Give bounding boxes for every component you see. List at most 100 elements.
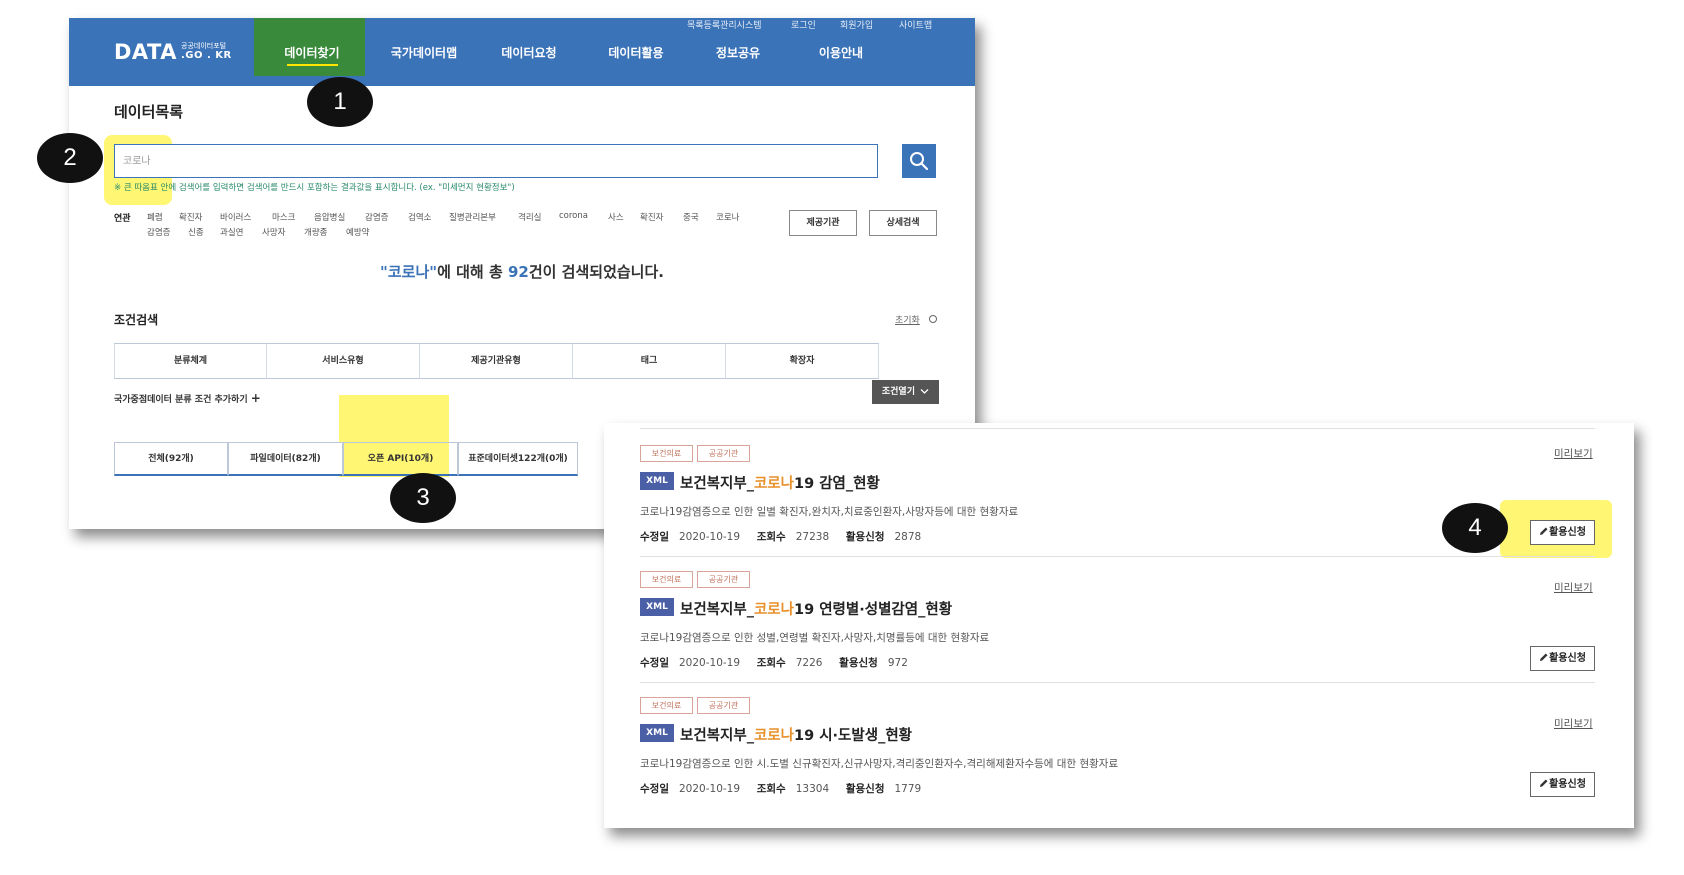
related-keyword[interactable]: 확진자 <box>640 211 663 223</box>
result-description: 코로나19감염증으로 인한 시.도별 신규확진자,신규사망자,격리중인환자수,격… <box>640 758 1119 770</box>
related-keyword[interactable]: 감염증 <box>147 226 170 238</box>
tab-file-data[interactable]: 파일데이터(82개) <box>228 442 343 476</box>
related-keyword[interactable]: 사망자 <box>262 226 285 238</box>
pencil-icon <box>1540 653 1548 661</box>
menu-data-request[interactable]: 데이터요청 <box>489 44 569 61</box>
reset-icon[interactable] <box>929 315 937 323</box>
condition-col-service-type[interactable]: 서비스유형 <box>267 343 420 379</box>
apply-button-label: 활용신청 <box>1549 527 1586 538</box>
apply-count: 2878 <box>894 531 922 543</box>
related-keyword[interactable]: 질병관리본부 <box>449 211 496 223</box>
menu-guide[interactable]: 이용안내 <box>801 44 881 61</box>
top-navigation: DATA 공공데이터포털 .GO . KR 목록등록관리시스템 로그인 회원가입… <box>69 18 975 86</box>
util-link-sitemap[interactable]: 사이트맵 <box>899 18 932 31</box>
category-badge: 보건의료 <box>640 697 693 714</box>
related-keyword[interactable]: 예방약 <box>346 226 369 238</box>
detail-search-button[interactable]: 상세검색 <box>869 210 937 236</box>
condition-col-provider-type[interactable]: 제공기관유형 <box>420 343 573 379</box>
apply-button[interactable]: 활용신청 <box>1530 772 1595 797</box>
search-hint: ※ 큰 따옴표 안에 검색어를 입력하면 검색어를 반드시 포함하는 결과값을 … <box>114 183 515 193</box>
related-keyword[interactable]: 마스크 <box>272 211 295 223</box>
modified-date: 2020-10-19 <box>679 657 741 669</box>
result-title[interactable]: 보건복지부_코로나19 시·도발생_현황 <box>680 724 912 745</box>
step-marker-4: 4 <box>1442 503 1508 553</box>
condition-col-category[interactable]: 분류체계 <box>114 343 267 379</box>
logo-domain: .GO . KR <box>181 50 232 61</box>
apply-button-label: 활용신청 <box>1549 653 1586 664</box>
title-prefix: 보건복지부_ <box>680 728 754 744</box>
menu-data-use[interactable]: 데이터활용 <box>596 44 676 61</box>
related-keyword[interactable]: 검역소 <box>408 211 431 223</box>
result-meta: 수정일 2020-10-19 조회수 13304 활용신청 1779 <box>640 781 921 796</box>
step-marker-2: 2 <box>37 133 103 183</box>
tab-all[interactable]: 전체(92개) <box>114 442 228 476</box>
title-prefix: 보건복지부_ <box>680 476 754 492</box>
related-keyword[interactable]: 격리실 <box>518 211 541 223</box>
pencil-icon <box>1540 527 1548 535</box>
related-keyword[interactable]: 폐렴 <box>147 211 163 223</box>
related-keyword[interactable]: 확진자 <box>179 211 202 223</box>
summary-suffix: 건이 검색되었습니다. <box>528 263 664 281</box>
pencil-icon <box>1540 779 1548 787</box>
result-summary: "코로나"에 대해 총 92건이 검색되었습니다. <box>69 261 975 282</box>
result-meta: 수정일 2020-10-19 조회수 27238 활용신청 2878 <box>640 529 921 544</box>
apply-button[interactable]: 활용신청 <box>1530 520 1595 545</box>
page-title: 데이터목록 <box>114 103 184 121</box>
result-list-panel: 보건의료 공공기관 XML 보건복지부_코로나19 감염_현황 코로나19감염증… <box>604 423 1634 828</box>
preview-link[interactable]: 미리보기 <box>1554 580 1593 595</box>
modified-label: 수정일 <box>640 531 669 543</box>
search-input[interactable] <box>123 154 813 165</box>
related-keyword[interactable]: 음압병실 <box>314 211 345 223</box>
related-keyword[interactable]: 감염증 <box>365 211 388 223</box>
related-keyword[interactable]: 바이러스 <box>220 211 251 223</box>
reset-filters-link[interactable]: 초기화 <box>895 313 920 326</box>
related-keyword[interactable]: 개량종 <box>304 226 327 238</box>
row-divider <box>640 428 1595 429</box>
related-keyword[interactable]: corona <box>559 211 588 221</box>
title-keyword: 코로나 <box>753 602 794 618</box>
related-keyword[interactable]: 코로나 <box>716 211 739 223</box>
condition-search-title: 조건검색 <box>114 313 159 327</box>
menu-national-datamap[interactable]: 국가데이터맵 <box>379 44 469 61</box>
title-suffix: 19 시·도발생_현황 <box>793 728 913 744</box>
related-keyword[interactable]: 중국 <box>683 211 699 223</box>
result-description: 코로나19감염증으로 인한 일별 확진자,완치자,치료중인환자,사망자등에 대한… <box>640 506 1019 518</box>
result-title[interactable]: 보건복지부_코로나19 연령별·성별감염_현황 <box>680 598 952 619</box>
summary-quote-open: " <box>380 263 388 281</box>
apply-button-label: 활용신청 <box>1549 779 1586 790</box>
row-divider <box>640 682 1595 683</box>
result-title[interactable]: 보건복지부_코로나19 감염_현황 <box>680 472 880 493</box>
site-logo[interactable]: DATA <box>114 40 177 64</box>
related-keyword[interactable]: 사스 <box>608 211 624 223</box>
related-keyword[interactable]: 신종 <box>188 226 204 238</box>
views-count: 27238 <box>795 531 830 543</box>
row-divider <box>640 556 1595 557</box>
category-badge: 보건의료 <box>640 445 693 462</box>
util-link-catalog[interactable]: 목록등록관리시스템 <box>687 18 762 31</box>
provider-filter-button[interactable]: 제공기관 <box>789 210 857 236</box>
menu-info-share[interactable]: 정보공유 <box>703 44 773 61</box>
tutorial-screenshot: DATA 공공데이터포털 .GO . KR 목록등록관리시스템 로그인 회원가입… <box>0 0 1684 875</box>
condition-col-extension[interactable]: 확장자 <box>726 343 879 379</box>
util-link-signup[interactable]: 회원가입 <box>840 18 873 31</box>
condition-col-tag[interactable]: 태그 <box>573 343 726 379</box>
format-tag: XML <box>640 724 674 742</box>
views-label: 조회수 <box>756 783 786 795</box>
preview-link[interactable]: 미리보기 <box>1554 446 1593 461</box>
tab-open-api[interactable]: 오픈 API(10개) <box>343 442 458 476</box>
tab-standard-dataset[interactable]: 표준데이터셋122개(0개) <box>458 442 578 476</box>
util-link-login[interactable]: 로그인 <box>791 18 816 31</box>
open-conditions-label: 조건열기 <box>881 387 915 397</box>
modified-label: 수정일 <box>640 657 669 669</box>
modified-date: 2020-10-19 <box>679 531 741 543</box>
related-keyword[interactable]: 과실연 <box>220 226 243 238</box>
provider-badge: 공공기관 <box>697 445 750 462</box>
preview-link[interactable]: 미리보기 <box>1554 716 1593 731</box>
open-conditions-button[interactable]: 조건열기 <box>872 380 939 404</box>
add-national-category-condition[interactable]: 국가중점데이터 분류 조건 추가하기 + <box>114 391 261 405</box>
chevron-down-icon <box>920 389 929 394</box>
apply-button[interactable]: 활용신청 <box>1530 646 1595 671</box>
search-button[interactable] <box>902 144 936 178</box>
menu-data-find[interactable]: 데이터찾기 <box>275 44 349 61</box>
add-condition-label: 국가중점데이터 분류 조건 추가하기 <box>114 395 248 405</box>
